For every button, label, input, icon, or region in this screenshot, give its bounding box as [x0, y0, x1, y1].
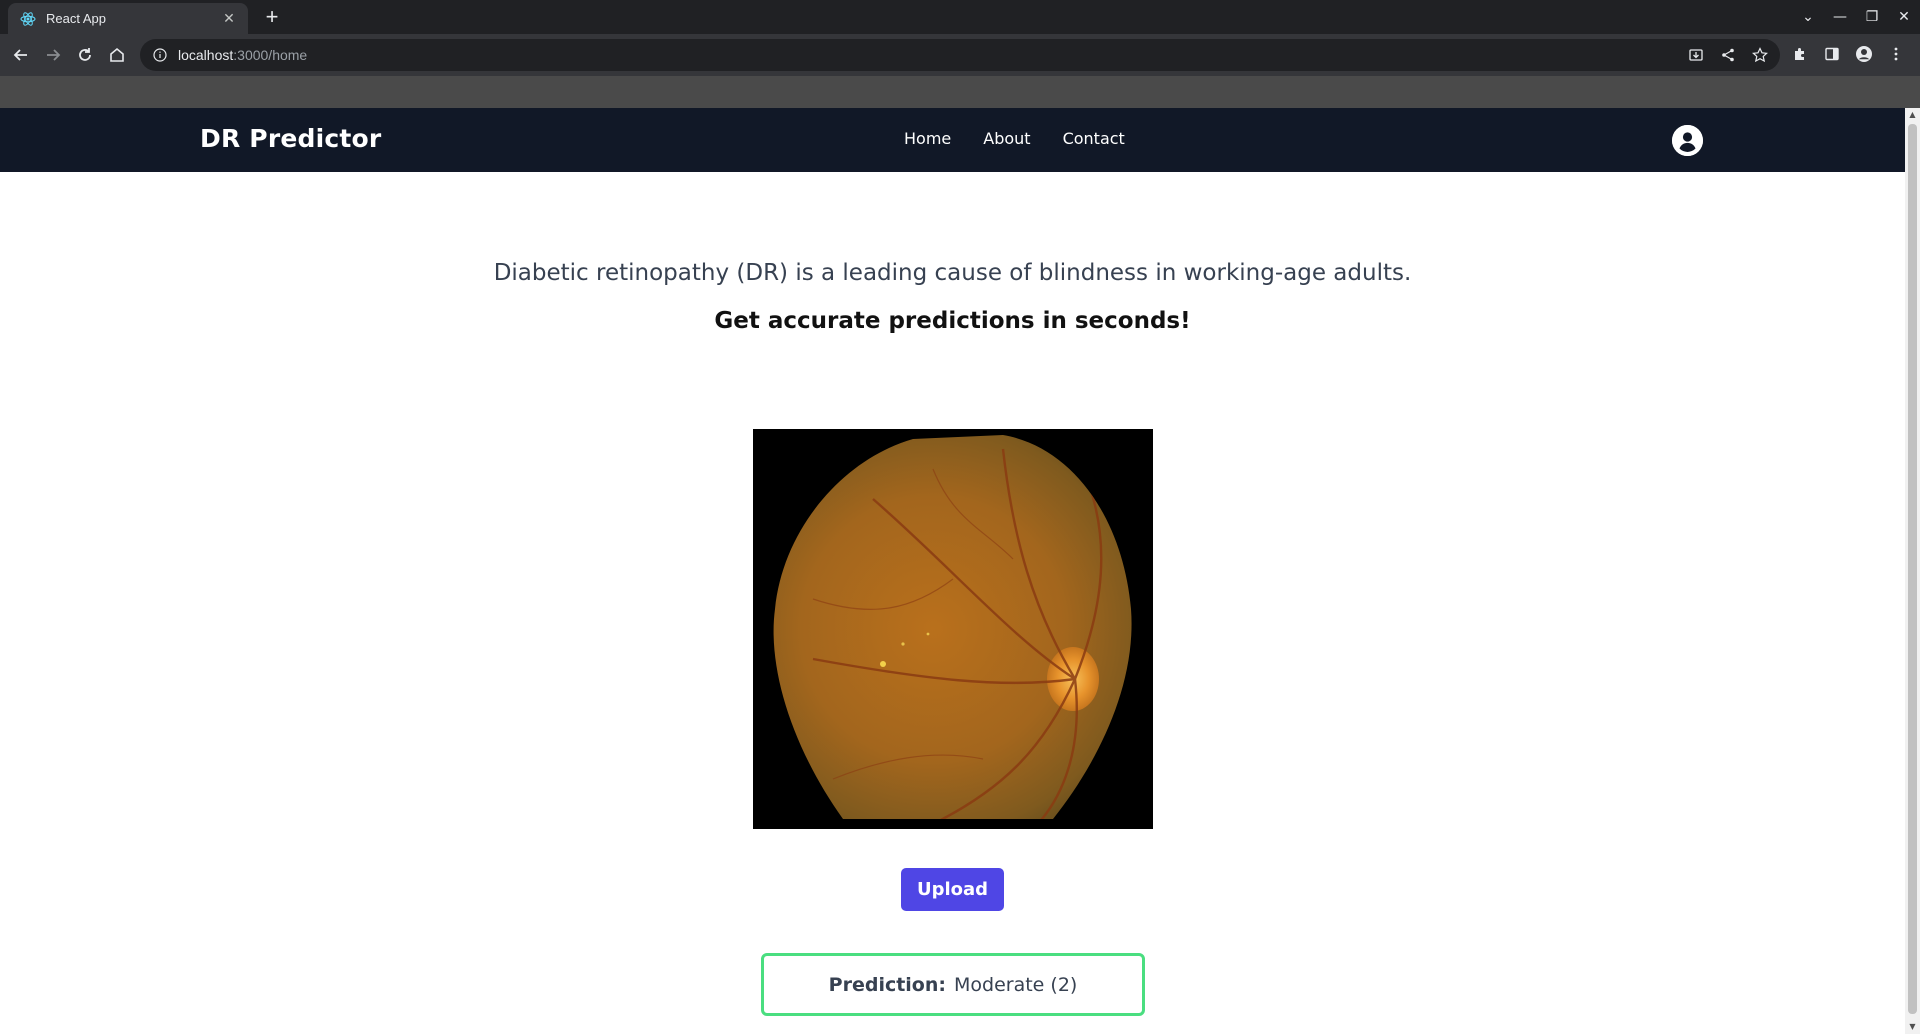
profile-icon[interactable] — [1852, 42, 1876, 66]
nav-link-home[interactable]: Home — [904, 129, 951, 148]
scrollbar-thumb[interactable] — [1908, 124, 1917, 1014]
retina-image-preview — [753, 429, 1153, 829]
retina-fundus-image — [753, 429, 1153, 829]
page-scrollbar[interactable]: ▲ ▼ — [1905, 108, 1920, 1034]
window-controls: ⌄ — ❐ ✕ — [1792, 0, 1920, 34]
hero-tagline: Get accurate predictions in seconds! — [714, 308, 1191, 334]
extensions-puzzle-icon[interactable] — [1788, 42, 1812, 66]
new-tab-button[interactable]: + — [260, 6, 284, 30]
side-panel-icon[interactable] — [1820, 42, 1844, 66]
browser-toolbar: localhost:3000/home — [0, 34, 1920, 76]
address-bar[interactable]: localhost:3000/home — [140, 39, 1780, 71]
scroll-up-arrow-icon[interactable]: ▲ — [1908, 110, 1917, 120]
user-avatar-icon[interactable] — [1672, 125, 1703, 156]
brand-logo[interactable]: DR Predictor — [200, 124, 381, 153]
prediction-label: Prediction: — [828, 973, 946, 996]
install-app-icon[interactable] — [1684, 43, 1708, 67]
close-window-icon[interactable]: ✕ — [1888, 9, 1920, 25]
react-logo-icon — [20, 11, 36, 27]
nav-links: Home About Contact — [904, 129, 1125, 148]
forward-icon[interactable] — [40, 42, 66, 68]
back-icon[interactable] — [8, 42, 34, 68]
url-path: :3000/home — [233, 47, 308, 63]
prediction-value: Moderate (2) — [954, 973, 1078, 996]
reload-icon[interactable] — [72, 42, 98, 68]
tab-close-icon[interactable]: ✕ — [220, 10, 238, 28]
prediction-result: Prediction: Moderate (2) — [761, 953, 1145, 1016]
share-icon[interactable] — [1716, 43, 1740, 67]
bookmark-star-icon[interactable] — [1748, 43, 1772, 67]
browser-menu-icon[interactable] — [1884, 42, 1908, 66]
scroll-down-arrow-icon[interactable]: ▼ — [1908, 1022, 1917, 1032]
restore-icon[interactable]: ❐ — [1856, 9, 1888, 25]
bookmarks-bar — [0, 76, 1920, 108]
app-navbar: DR Predictor Home About Contact — [0, 108, 1905, 172]
upload-button[interactable]: Upload — [901, 868, 1004, 911]
browser-tab[interactable]: React App ✕ — [8, 3, 248, 34]
extension-icons — [1788, 42, 1908, 66]
minimize-icon[interactable]: — — [1824, 9, 1856, 25]
tab-title: React App — [46, 11, 106, 26]
site-info-icon[interactable] — [152, 47, 168, 63]
nav-link-about[interactable]: About — [983, 129, 1030, 148]
tab-search-icon[interactable]: ⌄ — [1792, 9, 1824, 25]
page-viewport: DR Predictor Home About Contact Diabetic… — [0, 108, 1905, 1034]
nav-link-contact[interactable]: Contact — [1063, 129, 1125, 148]
url-host: localhost — [178, 47, 234, 63]
omnibox-actions — [1684, 39, 1772, 71]
home-icon[interactable] — [104, 42, 130, 68]
hero-description: Diabetic retinopathy (DR) is a leading c… — [493, 260, 1412, 286]
browser-tab-strip: React App ✕ + ⌄ — ❐ ✕ — [0, 0, 1920, 34]
